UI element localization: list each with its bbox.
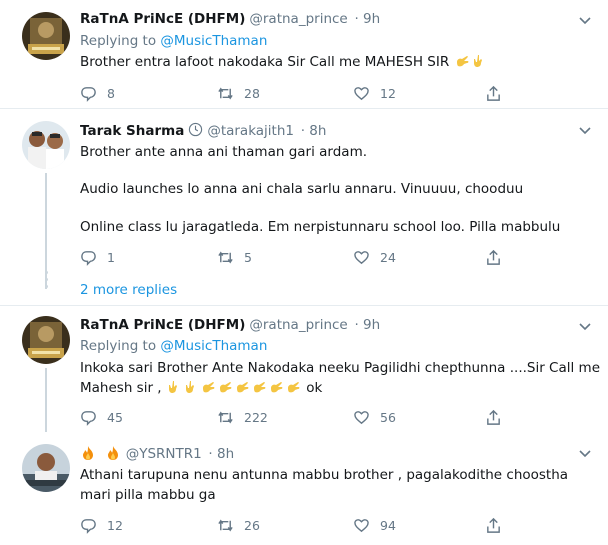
reply-icon — [81, 86, 96, 102]
share-button[interactable] — [485, 408, 512, 426]
chevron-down-icon[interactable] — [578, 447, 592, 461]
raised-hand-emoji — [456, 56, 468, 67]
retweet-icon — [218, 519, 233, 531]
timestamp[interactable]: · 8h — [301, 123, 327, 139]
like-button[interactable]: 12 — [353, 84, 396, 102]
tweet-actions: 8 28 12 — [80, 84, 520, 102]
more-replies-link[interactable]: 2 more replies — [80, 282, 177, 298]
tweet-4[interactable]: @YSRNTR1 · 8h Athani tarupuna nenu antun… — [0, 432, 608, 545]
like-icon — [354, 86, 369, 100]
display-name[interactable]: RaTnA PriNcE (DHFM) @ratna_prince · 9h — [80, 11, 380, 27]
display-name[interactable]: @YSRNTR1 · 8h — [80, 445, 234, 462]
timestamp[interactable]: · 9h — [354, 11, 380, 27]
retweet-icon — [218, 87, 233, 99]
avatar[interactable] — [22, 121, 70, 169]
tweet-actions: 45 222 56 — [80, 408, 520, 426]
share-button[interactable] — [485, 516, 512, 534]
thread-dots — [42, 271, 50, 292]
tweet-text-line: Inkoka sari Brother Ante Nakodaka neeku … — [80, 360, 601, 376]
handle[interactable]: @YSRNTR1 — [126, 446, 202, 462]
chevron-down-icon[interactable] — [578, 124, 592, 138]
tweet-text-line: Online class lu jaragatleda. Em nerpistu… — [80, 219, 561, 235]
like-icon — [354, 518, 369, 532]
raised-hand-emoji — [253, 382, 266, 393]
avatar[interactable] — [22, 12, 70, 60]
raised-hand-emoji — [168, 381, 177, 393]
share-button[interactable] — [485, 248, 512, 266]
share-icon — [487, 517, 500, 533]
share-button[interactable] — [485, 84, 512, 102]
replying-to: Replying to @MusicThaman — [80, 33, 268, 49]
avatar[interactable] — [22, 444, 70, 492]
tweet-text-line: Athani tarupuna nenu antunna mabbu broth… — [80, 467, 569, 483]
reply-button[interactable]: 12 — [80, 516, 123, 534]
handle[interactable]: @ratna_prince — [249, 11, 347, 27]
mention-link[interactable]: @MusicThaman — [160, 338, 267, 354]
tweet-3[interactable]: RaTnA PriNcE (DHFM) @ratna_prince · 9h Re… — [0, 306, 608, 432]
retweet-button[interactable]: 28 — [217, 84, 260, 102]
reply-button[interactable]: 8 — [80, 84, 115, 102]
raised-hand-emoji — [236, 382, 249, 393]
retweet-button[interactable]: 5 — [217, 248, 252, 266]
fire-emoji — [107, 446, 118, 460]
like-icon — [354, 410, 369, 424]
raised-hand-emoji — [219, 382, 232, 393]
reply-icon — [81, 410, 96, 426]
avatar[interactable] — [22, 316, 70, 364]
reply-icon — [81, 250, 96, 266]
reply-button[interactable]: 1 — [80, 248, 115, 266]
like-icon — [354, 250, 369, 264]
display-name[interactable]: Tarak Sharma @tarakajith1 · 8h — [80, 122, 326, 139]
tweet-text-line: Mahesh sir , ok — [80, 380, 323, 396]
replying-to: Replying to @MusicThaman — [80, 338, 268, 354]
thread-line — [45, 368, 47, 432]
tweet-text-line: Brother ante anna ani thaman gari ardam. — [80, 144, 368, 160]
timestamp[interactable]: · 8h — [208, 446, 234, 462]
fire-emoji — [83, 446, 93, 460]
tweet-text-line: Audio launches lo anna ani chala sarlu a… — [80, 181, 524, 197]
raised-hand-emoji — [185, 381, 194, 393]
handle[interactable]: @ratna_prince — [249, 317, 347, 333]
like-button[interactable]: 56 — [353, 408, 396, 426]
reply-icon — [81, 518, 96, 534]
tweet-2[interactable]: Tarak Sharma @tarakajith1 · 8h Brother an… — [0, 109, 608, 304]
handle[interactable]: @tarakajith1 — [207, 123, 294, 139]
reply-button[interactable]: 45 — [80, 408, 123, 426]
like-button[interactable]: 94 — [353, 516, 396, 534]
retweet-icon — [218, 411, 233, 423]
mention-link[interactable]: @MusicThaman — [160, 33, 267, 49]
raised-hand-emoji — [270, 382, 283, 393]
tweet-text-line: mari pilla mabbu ga — [80, 487, 216, 503]
retweet-icon — [218, 251, 233, 263]
tweet-actions: 12 26 94 — [80, 516, 520, 534]
chevron-down-icon[interactable] — [578, 14, 592, 28]
raised-hand-emoji — [287, 382, 300, 393]
display-name[interactable]: RaTnA PriNcE (DHFM) @ratna_prince · 9h — [80, 317, 380, 333]
tweet-text: Brother entra lafoot nakodaka Sir Call m… — [80, 52, 488, 72]
like-button[interactable]: 24 — [353, 248, 396, 266]
retweet-button[interactable]: 222 — [217, 408, 268, 426]
timestamp[interactable]: · 9h — [354, 317, 380, 333]
tweet-actions: 1 5 24 — [80, 248, 520, 266]
tweet-1[interactable]: RaTnA PriNcE (DHFM) @ratna_prince · 9h Re… — [0, 0, 608, 108]
chevron-down-icon[interactable] — [578, 320, 592, 334]
verified-icon — [189, 122, 203, 137]
share-icon — [487, 249, 500, 265]
raised-hand-emoji — [473, 55, 482, 67]
raised-hand-emoji — [202, 382, 215, 393]
share-icon — [487, 409, 500, 425]
share-icon — [487, 85, 500, 101]
retweet-button[interactable]: 26 — [217, 516, 260, 534]
